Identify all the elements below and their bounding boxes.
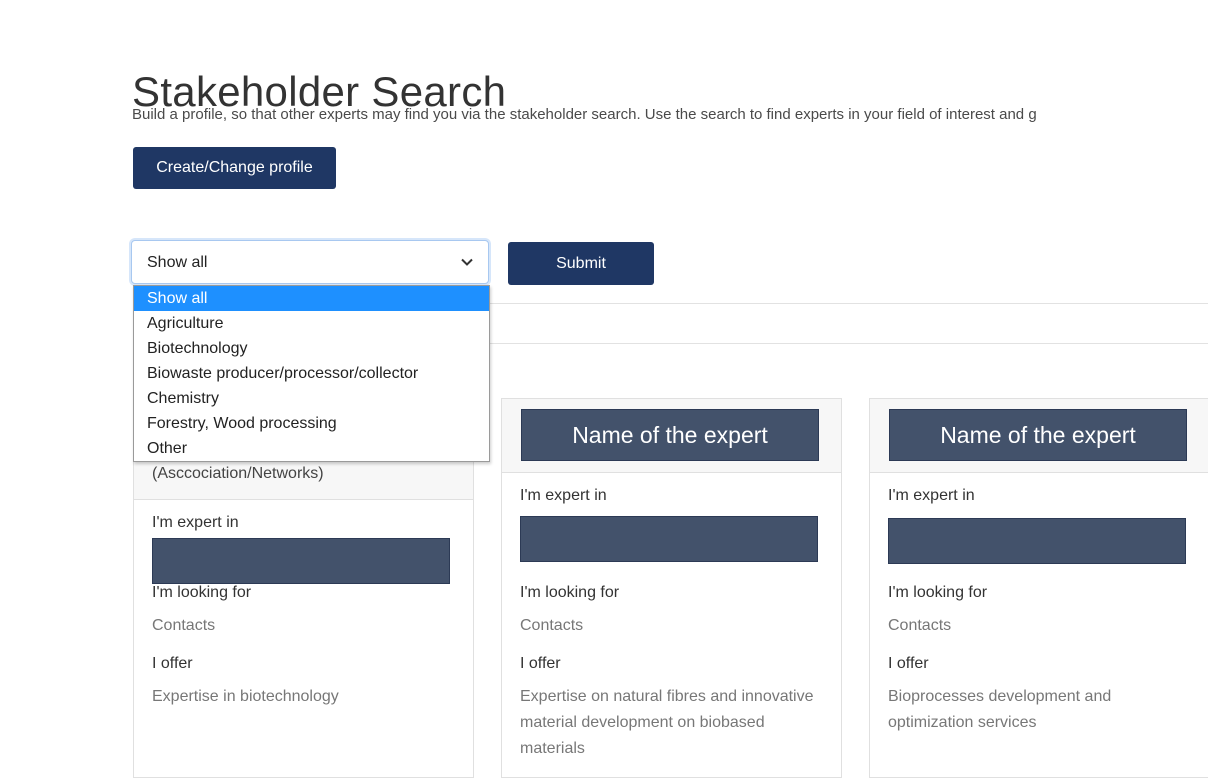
dropdown-option-biotechnology[interactable]: Biotechnology [134,336,489,361]
card-header: Name of the expert [502,399,841,473]
dropdown-option-agriculture[interactable]: Agriculture [134,311,489,336]
expert-name: Name of the expert [889,409,1187,461]
redacted-field [888,518,1186,564]
offer-value: Bioprocesses development and optimizatio… [888,688,1112,731]
looking-for-label: I'm looking for [152,584,252,601]
category-select-value: Show all [147,254,208,271]
expert-name: Name of the expert [521,409,819,461]
looking-for-value: Contacts [888,617,952,634]
create-change-profile-button[interactable]: Create/Change profile [133,147,336,189]
expert-in-label: I'm expert in [152,514,239,531]
offer-value: Expertise in biotechnology [152,688,339,705]
offer-label: I offer [152,655,193,672]
expert-card: Name of the expert I'm expert in I'm loo… [869,398,1208,778]
dropdown-option-biowaste[interactable]: Biowaste producer/processor/collector [134,361,489,386]
submit-button[interactable]: Submit [508,242,654,285]
offer-value: Expertise on natural fibres and innovati… [520,688,814,757]
offer-label: I offer [888,655,929,672]
looking-for-value: Contacts [152,617,216,634]
dropdown-option-chemistry[interactable]: Chemistry [134,386,489,411]
redacted-field [152,538,450,584]
chevron-down-icon [461,258,473,266]
card-header: Name of the expert [870,399,1208,473]
expert-in-label: I'm expert in [888,487,975,504]
dropdown-option-other[interactable]: Other [134,436,489,461]
expert-in-label: I'm expert in [520,487,607,504]
looking-for-label: I'm looking for [888,584,988,601]
category-dropdown-list: Show all Agriculture Biotechnology Biowa… [133,285,490,462]
looking-for-label: I'm looking for [520,584,620,601]
dropdown-option-forestry[interactable]: Forestry, Wood processing [134,411,489,436]
redacted-field [520,516,818,562]
dropdown-option-show-all[interactable]: Show all [134,286,489,311]
looking-for-value: Contacts [520,617,584,634]
intro-text: Build a profile, so that other experts m… [132,106,1037,123]
category-select[interactable]: Show all [131,240,489,284]
expert-card: Name of the expert I'm expert in I'm loo… [501,398,842,778]
card-header-text: (Asccociation/Networks) [152,465,324,482]
offer-label: I offer [520,655,561,672]
